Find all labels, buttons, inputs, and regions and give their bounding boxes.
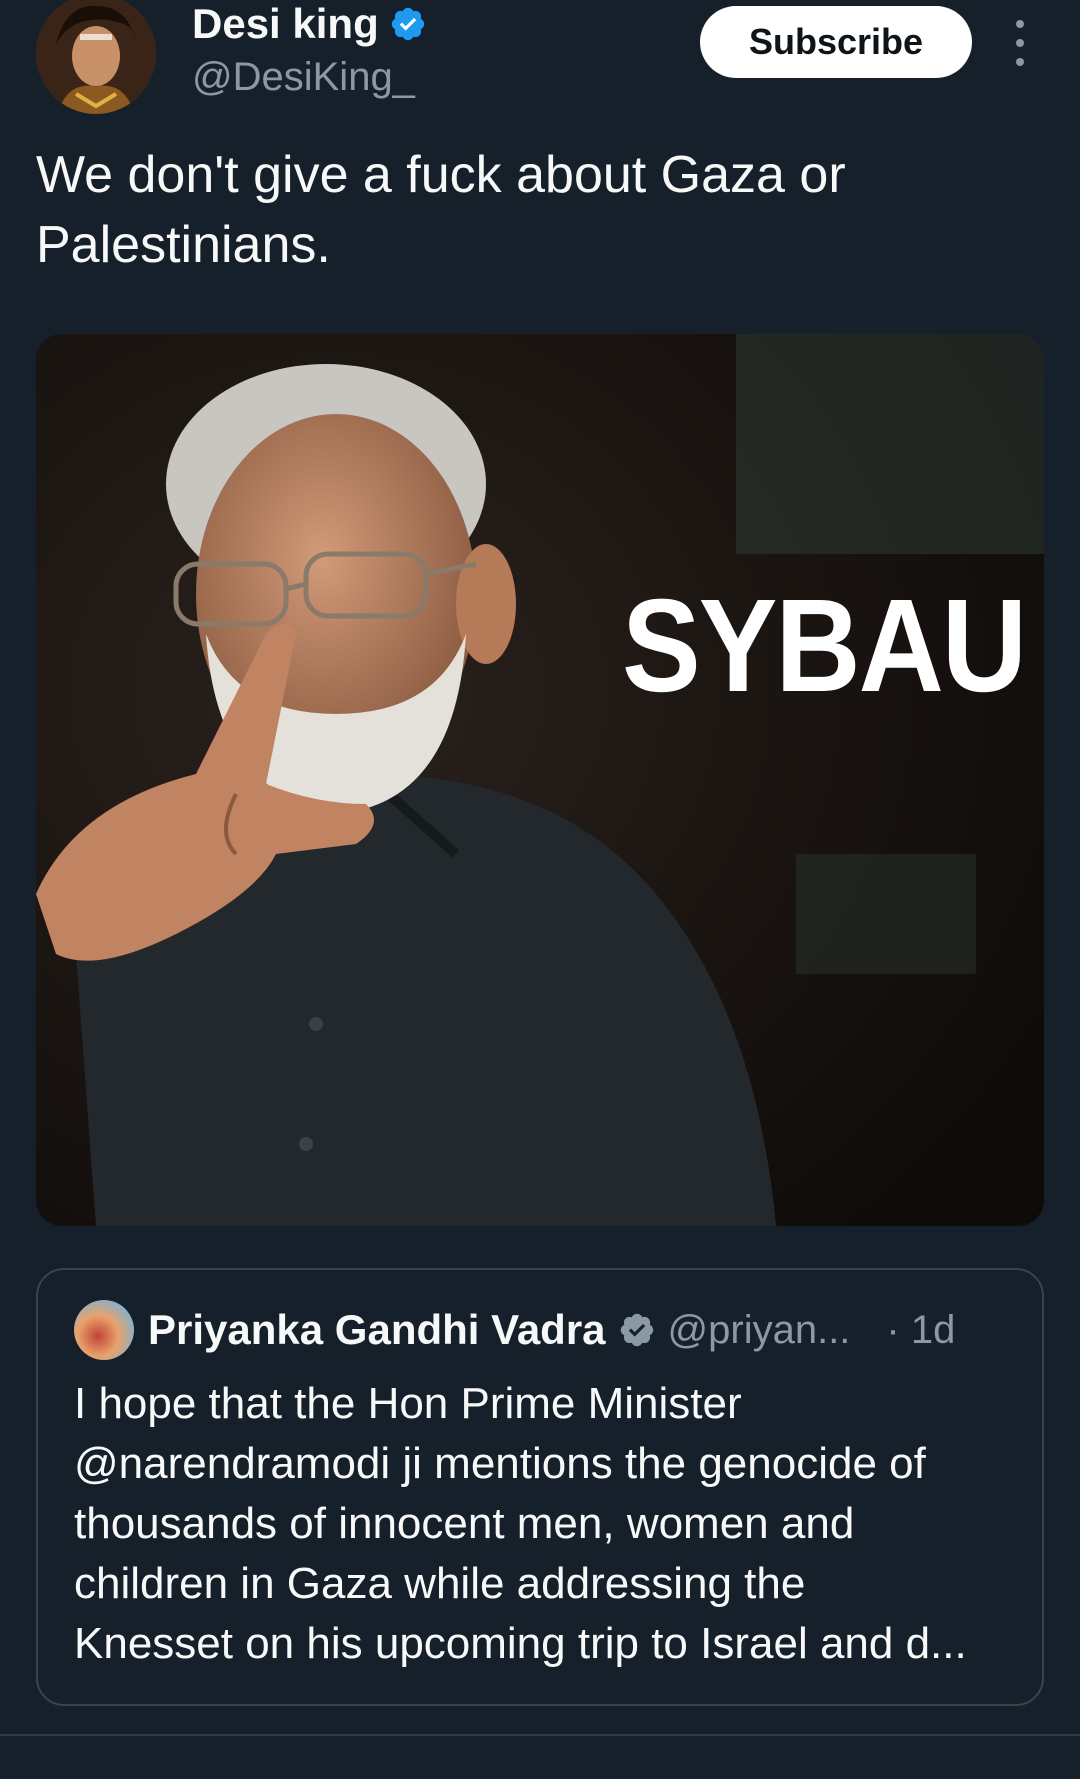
author-avatar[interactable] [36,0,156,114]
quoted-tweet-text: I hope that the Hon Prime Minister @nare… [74,1374,1014,1674]
more-dot [1016,20,1024,28]
verified-badge-icon [391,7,424,41]
more-dot [1016,58,1024,66]
author-handle[interactable]: @DesiKing_ [192,52,415,102]
meme-overlay-text: SYBAU [622,572,1027,721]
author-name-text: Desi king [192,0,379,47]
quoted-tweet-time: · 1d [886,1307,956,1352]
tweet-text: We don't give a fuck about Gaza or Pales… [36,140,1036,280]
quoted-author-avatar [74,1300,134,1360]
quoted-text-line: children in Gaza while addressing the [74,1559,806,1608]
quoted-text-line: Knesset on his upcoming trip to Israel a… [74,1619,967,1668]
quoted-text-line: thousands of innocent men, women and [74,1499,855,1548]
tweet-text-line: We don't give a fuck about Gaza or [36,146,846,204]
quoted-author-handle: @priyan... [667,1307,851,1352]
quoted-author-name: Priyanka Gandhi Vadra [148,1306,606,1353]
meme-photo [36,334,1044,1226]
more-options-icon[interactable] [1004,20,1036,66]
subscribe-button[interactable]: Subscribe [700,6,972,78]
more-dot [1016,39,1024,47]
quoted-text-line: I hope that the Hon Prime Minister [74,1379,742,1428]
quoted-text-line: @narendramodi ji mentions the genocide o… [74,1439,926,1488]
author-display-name[interactable]: Desi king [192,0,427,48]
tweet-header: Desi king @DesiKing_ Subscribe [0,0,1080,120]
avatar-image [36,0,156,114]
tweet-media-image[interactable]: SYBAU [36,334,1044,1226]
tweet-text-line: Palestinians. [36,216,331,274]
quoted-tweet-header: Priyanka Gandhi Vadra @priyan... · 1d [74,1300,955,1360]
divider [0,1734,1080,1736]
verified-badge-icon [620,1313,653,1347]
quoted-tweet[interactable]: Priyanka Gandhi Vadra @priyan... · 1d I … [36,1268,1044,1706]
